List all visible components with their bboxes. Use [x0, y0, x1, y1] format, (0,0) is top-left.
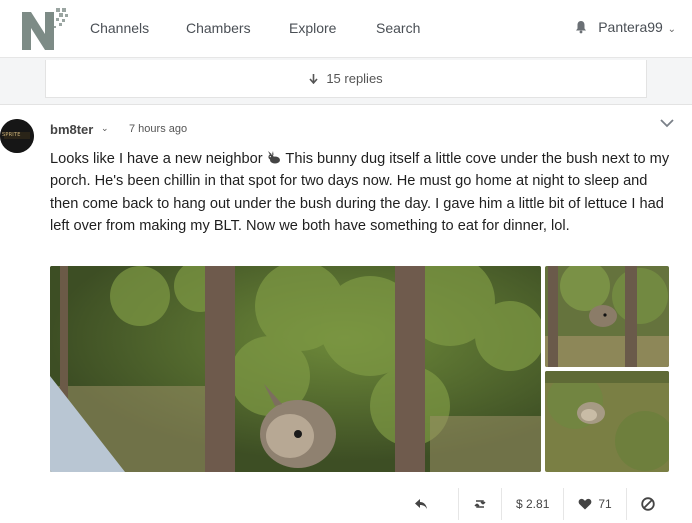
like-button[interactable]: 71	[563, 488, 625, 520]
bell-icon[interactable]	[574, 20, 588, 34]
bunny-under-bush-photo[interactable]	[50, 266, 541, 472]
post-text-part1: Looks like I have a new neighbor	[50, 151, 267, 167]
author-chevron-icon[interactable]: ⌄	[101, 123, 109, 134]
bunny-close-photo[interactable]	[545, 266, 669, 367]
replies-count: 15 replies	[326, 71, 383, 86]
repost-button[interactable]	[458, 488, 501, 520]
arrow-down-icon	[309, 73, 318, 84]
username: Pantera99	[598, 19, 663, 35]
bunny-on-grass-photo[interactable]	[545, 371, 669, 472]
top-navigation: Channels Chambers Explore Search Pantera…	[0, 0, 692, 58]
bunny-emoji-icon	[267, 151, 280, 164]
repost-icon	[474, 500, 486, 508]
nav-search[interactable]: Search	[376, 20, 420, 36]
logo-icon[interactable]	[20, 6, 70, 52]
reply-icon	[415, 499, 427, 509]
block-icon	[641, 497, 655, 511]
post-menu-chevron-icon[interactable]	[660, 118, 674, 128]
earnings-amount: $ 2.81	[516, 497, 550, 511]
block-button[interactable]	[625, 488, 669, 520]
nav-explore[interactable]: Explore	[289, 20, 336, 36]
heart-icon	[579, 498, 592, 510]
post-card: SPRITE bm8ter ⌄ 7 hours ago Looks like I…	[0, 104, 692, 523]
author-name[interactable]: bm8ter	[50, 122, 93, 137]
earnings-button[interactable]: $ 2.81	[501, 488, 563, 520]
nav-chambers[interactable]: Chambers	[186, 20, 251, 36]
username-menu[interactable]: Pantera99 ⌄	[598, 19, 676, 35]
nav-channels[interactable]: Channels	[90, 20, 149, 36]
avatar-text: SPRITE	[2, 132, 21, 138]
reply-button[interactable]	[400, 488, 442, 520]
post-body: Looks like I have a new neighbor This bu…	[50, 148, 670, 238]
avatar[interactable]: SPRITE	[0, 119, 34, 153]
like-count: 71	[598, 497, 612, 511]
post-timestamp[interactable]: 7 hours ago	[129, 123, 187, 135]
replies-toggle[interactable]: 15 replies	[45, 60, 647, 98]
chevron-down-icon: ⌄	[664, 24, 676, 35]
post-actions: $ 2.81 71	[400, 488, 669, 520]
